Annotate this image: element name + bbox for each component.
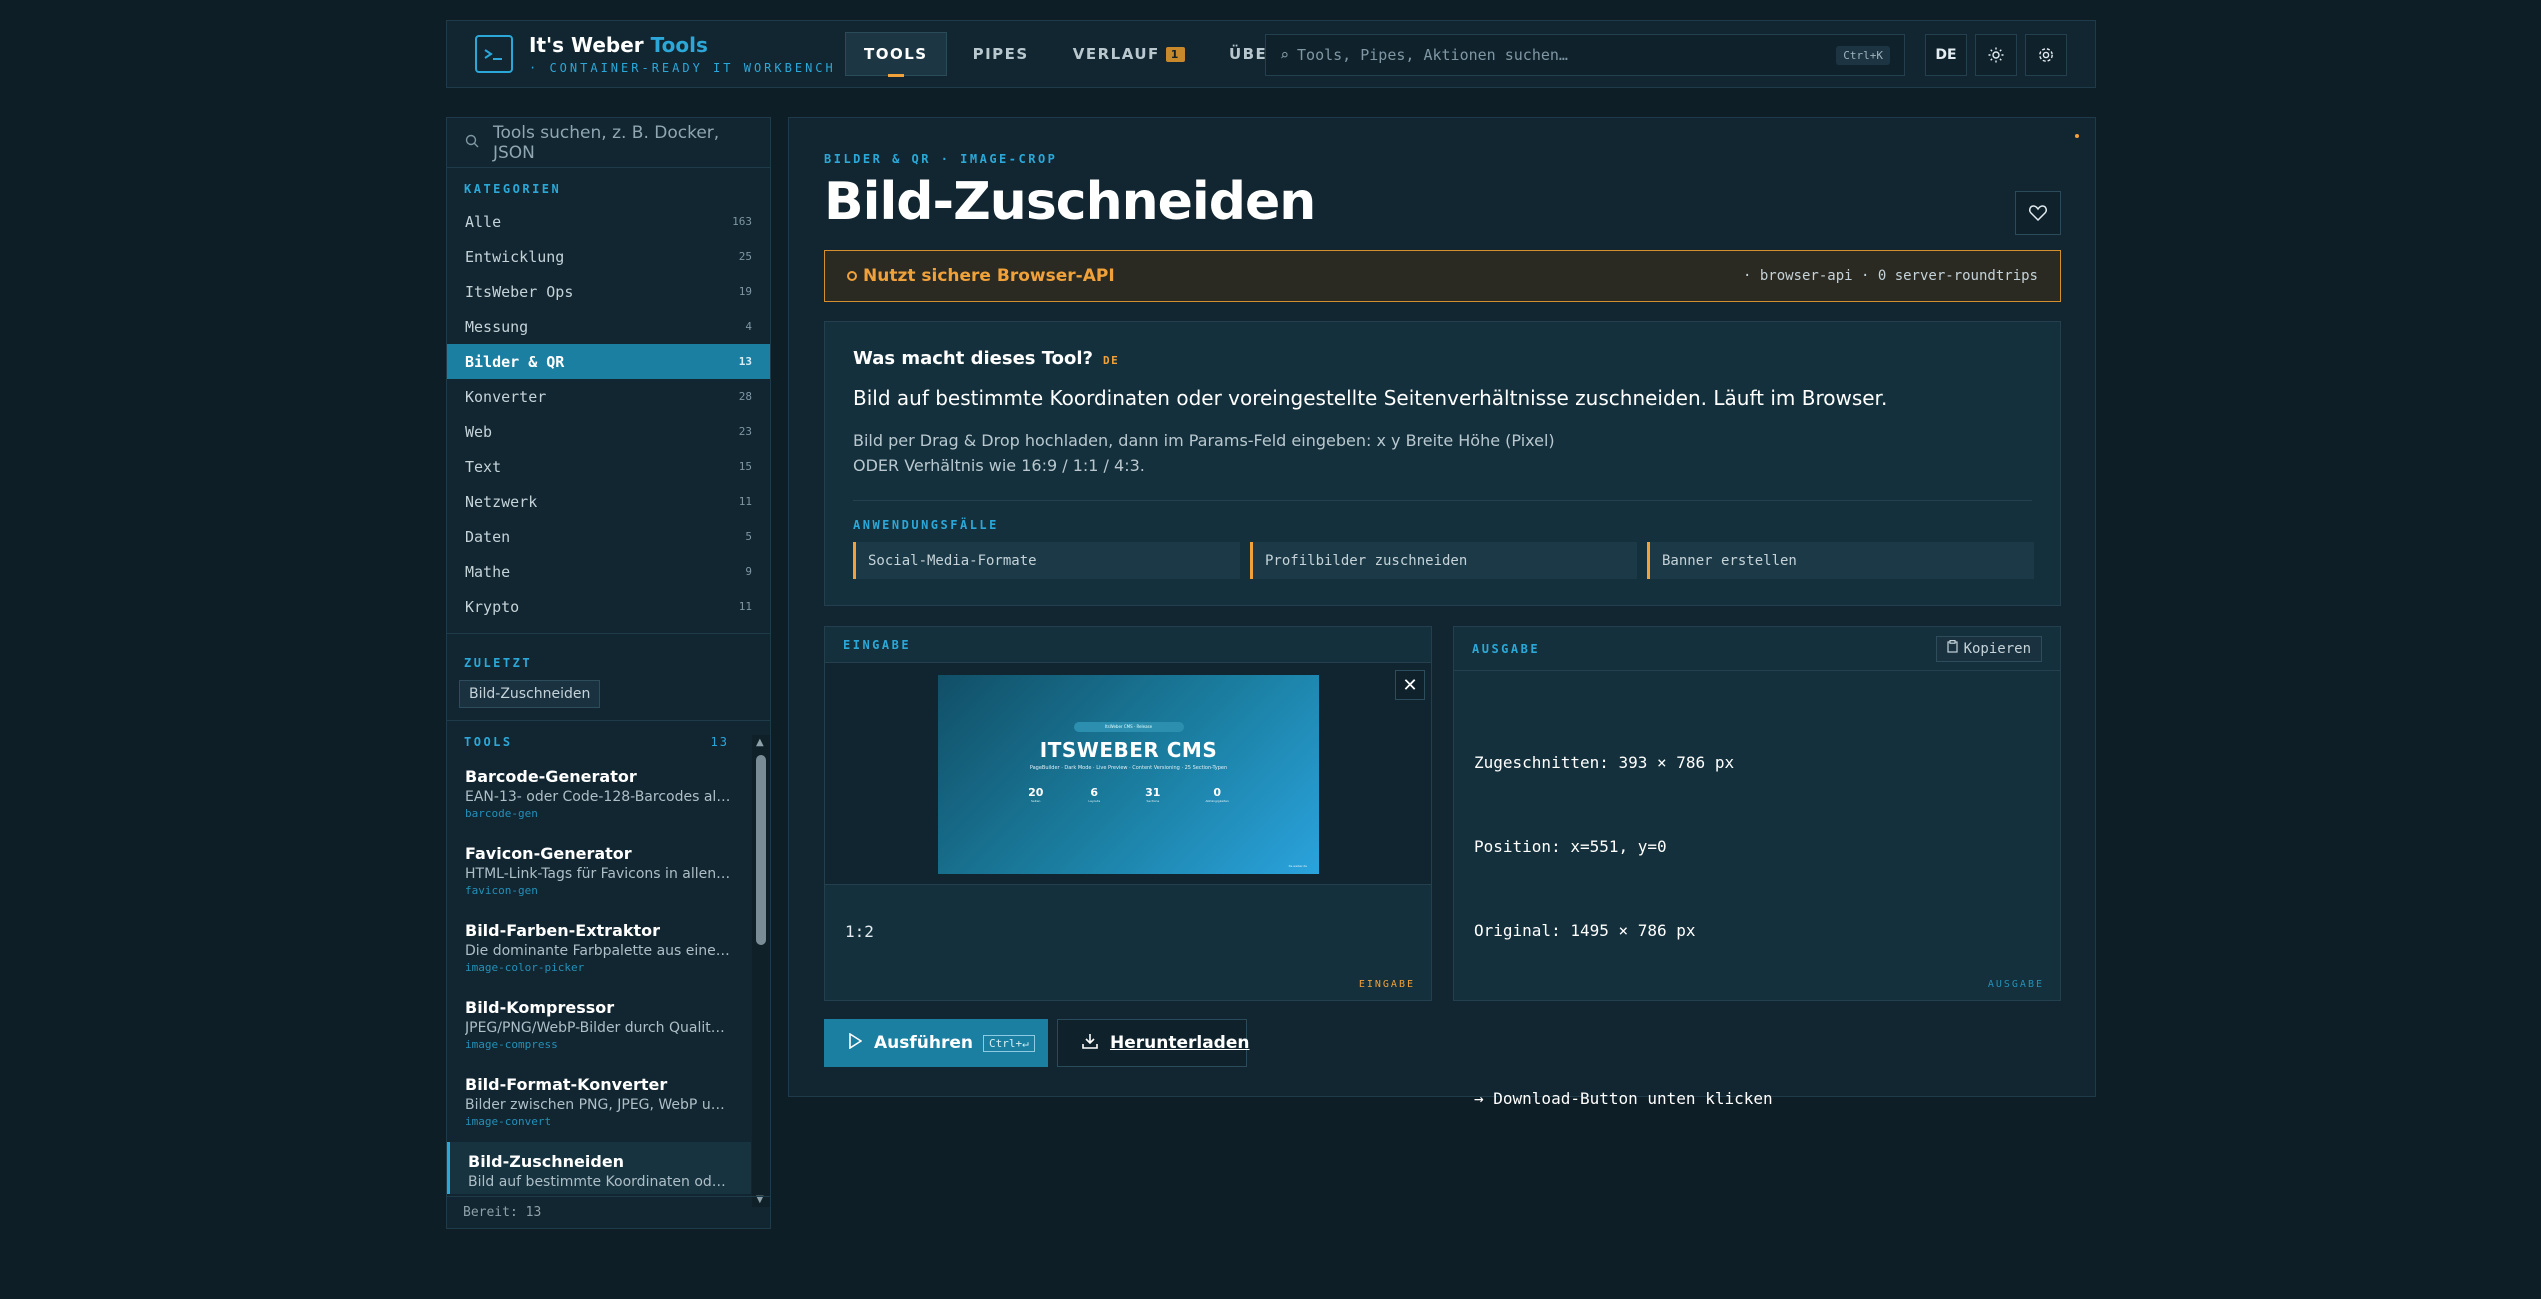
category-messung[interactable]: Messung 4 — [447, 309, 770, 344]
download-icon — [1082, 1033, 1098, 1054]
use-case-item: Social-Media-Formate — [853, 542, 1240, 579]
category-mathe[interactable]: Mathe 9 — [447, 554, 770, 589]
output-text: Zugeschnitten: 393 × 786 px Position: x=… — [1474, 693, 1773, 1169]
info-question: Was macht dieses Tool? DE — [853, 348, 1120, 369]
search-icon: ⌕ — [1280, 46, 1290, 64]
theme-toggle-icon[interactable] — [1975, 34, 2017, 76]
api-notice: Nutzt sichere Browser-API · browser-api … — [824, 250, 2061, 302]
global-search-input[interactable]: ⌕ Tools, Pipes, Aktionen suchen… Ctrl+K — [1265, 34, 1905, 76]
clipboard-icon — [1946, 640, 1958, 657]
api-notice-meta: · browser-api · 0 server-roundtrips — [1742, 268, 2038, 284]
breadcrumb: BILDER & QR · IMAGE-CROP — [824, 152, 1058, 166]
info-description: Bild per Drag & Drop hochladen, dann im … — [853, 431, 1555, 475]
brand-subtitle: · CONTAINER-READY IT WORKBENCH — [529, 61, 836, 75]
input-corner-label: EINGABE — [1358, 979, 1415, 990]
info-lead: Bild auf bestimmte Koordinaten oder vore… — [853, 386, 1888, 410]
params-input[interactable]: 1:2 — [845, 922, 874, 941]
recent-heading: ZULETZT — [464, 656, 533, 670]
use-case-item: Profilbilder zuschneiden — [1250, 542, 1637, 579]
category-list: Alle 163 Entwicklung 25 ItsWeber Ops 19 Mes… — [447, 204, 770, 624]
category-krypto[interactable]: Krypto 11 — [447, 589, 770, 624]
output-corner-label: AUSGABE — [1987, 979, 2044, 990]
info-language-tag: DE — [1103, 354, 1120, 367]
categories-heading: KATEGORIEN — [464, 182, 562, 196]
scroll-up-icon[interactable]: ▲ — [756, 737, 764, 748]
tool-search-placeholder: Tools suchen, z. B. Docker, JSON — [493, 122, 720, 163]
output-line: → Download-Button unten klicken — [1474, 1089, 1773, 1108]
category-entwicklung[interactable]: Entwicklung 25 — [447, 239, 770, 274]
nav-tools[interactable]: TOOLS — [845, 32, 947, 77]
download-button[interactable]: Herunterladen — [1057, 1019, 1250, 1067]
use-case-item: Banner erstellen — [1647, 542, 2034, 579]
scrollbar-thumb[interactable] — [756, 755, 766, 945]
tool-item-convert[interactable]: Bild-Format-Konverter Bilder zwischen PN… — [447, 1065, 751, 1142]
search-icon — [465, 133, 479, 153]
settings-gear-icon[interactable] — [2025, 34, 2067, 76]
remove-image-close-icon[interactable]: ✕ — [1395, 670, 1425, 700]
tool-panel: BILDER & QR · IMAGE-CROP Bild-Zuschneide… — [788, 117, 2096, 1108]
brand-title: It's Weber Tools — [529, 33, 708, 57]
category-netzwerk[interactable]: Netzwerk 11 — [447, 484, 770, 519]
terminal-logo-icon — [475, 35, 513, 73]
input-panel: EINGABE ItsWeber CMS · Release ITSWEBER … — [824, 626, 1432, 1001]
copy-button[interactable]: Kopieren — [1935, 635, 2042, 662]
brand[interactable]: It's Weber Tools · CONTAINER-READY IT WO… — [475, 33, 845, 75]
status-dot — [2075, 134, 2079, 138]
nav-history[interactable]: VERLAUF 1 — [1055, 32, 1203, 76]
tool-item-barcode[interactable]: Barcode-Generator EAN-13- oder Code-128-… — [447, 757, 751, 834]
tool-search-input[interactable]: Tools suchen, z. B. Docker, JSON — [447, 118, 770, 168]
ring-icon — [847, 271, 857, 281]
page-title: Bild-Zuschneiden — [824, 172, 1316, 232]
image-dropzone[interactable]: ItsWeber CMS · Release ITSWEBER CMS Page… — [825, 663, 1431, 885]
favorite-heart-icon[interactable] — [2015, 191, 2061, 235]
tools-list-section: TOOLS 13 Barcode-Generator EAN-13- oder … — [447, 735, 770, 1207]
recent-tool-chip[interactable]: Bild-Zuschneiden — [459, 680, 601, 708]
tools-heading: TOOLS — [464, 735, 513, 749]
output-heading: AUSGABE — [1472, 641, 1541, 656]
output-line: Zugeschnitten: 393 × 786 px — [1474, 753, 1735, 772]
category-text[interactable]: Text 15 — [447, 449, 770, 484]
play-icon — [848, 1032, 863, 1054]
search-shortcut: Ctrl+K — [1836, 45, 1890, 65]
tools-count: 13 — [710, 735, 729, 749]
nav-pipes[interactable]: PIPES — [955, 32, 1047, 76]
api-notice-label: Nutzt sichere Browser-API — [847, 266, 1115, 286]
category-konverter[interactable]: Konverter 28 — [447, 379, 770, 414]
run-shortcut: Ctrl+↵ — [983, 1034, 1035, 1052]
tool-info: Was macht dieses Tool? DE Bild auf bestim… — [824, 321, 2061, 606]
history-count-badge: 1 — [1165, 46, 1185, 62]
tools-scrollbar[interactable]: ▲ ▼ — [752, 735, 770, 1207]
global-search-placeholder: Tools, Pipes, Aktionen suchen… — [1297, 46, 1568, 64]
top-header: It's Weber Tools · CONTAINER-READY IT WO… — [446, 20, 2096, 88]
sidebar: Tools suchen, z. B. Docker, JSON KATEGOR… — [446, 117, 771, 1229]
run-button[interactable]: Ausführen Ctrl+↵ — [824, 1019, 1048, 1067]
category-itsweber-ops[interactable]: ItsWeber Ops 19 — [447, 274, 770, 309]
tool-item-crop[interactable]: Bild-Zuschneiden Bild auf bestimmte Koor… — [447, 1142, 751, 1194]
category-web[interactable]: Web 23 — [447, 414, 770, 449]
input-heading: EINGABE — [843, 637, 912, 652]
category-all[interactable]: Alle 163 — [447, 204, 770, 239]
tool-item-favicon[interactable]: Favicon-Generator HTML-Link-Tags für Fav… — [447, 834, 751, 911]
output-panel: AUSGABE Kopieren Zugeschnitten: 393 × 78… — [1453, 626, 2061, 1108]
language-button[interactable]: DE — [1925, 34, 1967, 76]
use-cases-heading: ANWENDUNGSFÄLLE — [853, 518, 999, 532]
output-line: Position: x=551, y=0 — [1474, 837, 1667, 856]
tool-item-color-picker[interactable]: Bild-Farben-Extraktor Die dominante Farb… — [447, 911, 751, 988]
output-line: Original: 1495 × 786 px — [1474, 921, 1696, 940]
category-bilder-qr[interactable]: Bilder & QR 13 — [447, 344, 770, 379]
use-cases-list: Social-Media-Formate Profilbilder zuschn… — [853, 542, 2034, 579]
sidebar-status: Bereit: 13 — [447, 1196, 770, 1228]
tool-item-compress[interactable]: Bild-Kompressor JPEG/PNG/WebP-Bilder dur… — [447, 988, 751, 1065]
main-nav: TOOLS PIPES VERLAUF 1 ÜBER — [845, 21, 1306, 87]
category-daten[interactable]: Daten 5 — [447, 519, 770, 554]
uploaded-image-preview: ItsWeber CMS · Release ITSWEBER CMS Page… — [938, 675, 1319, 874]
